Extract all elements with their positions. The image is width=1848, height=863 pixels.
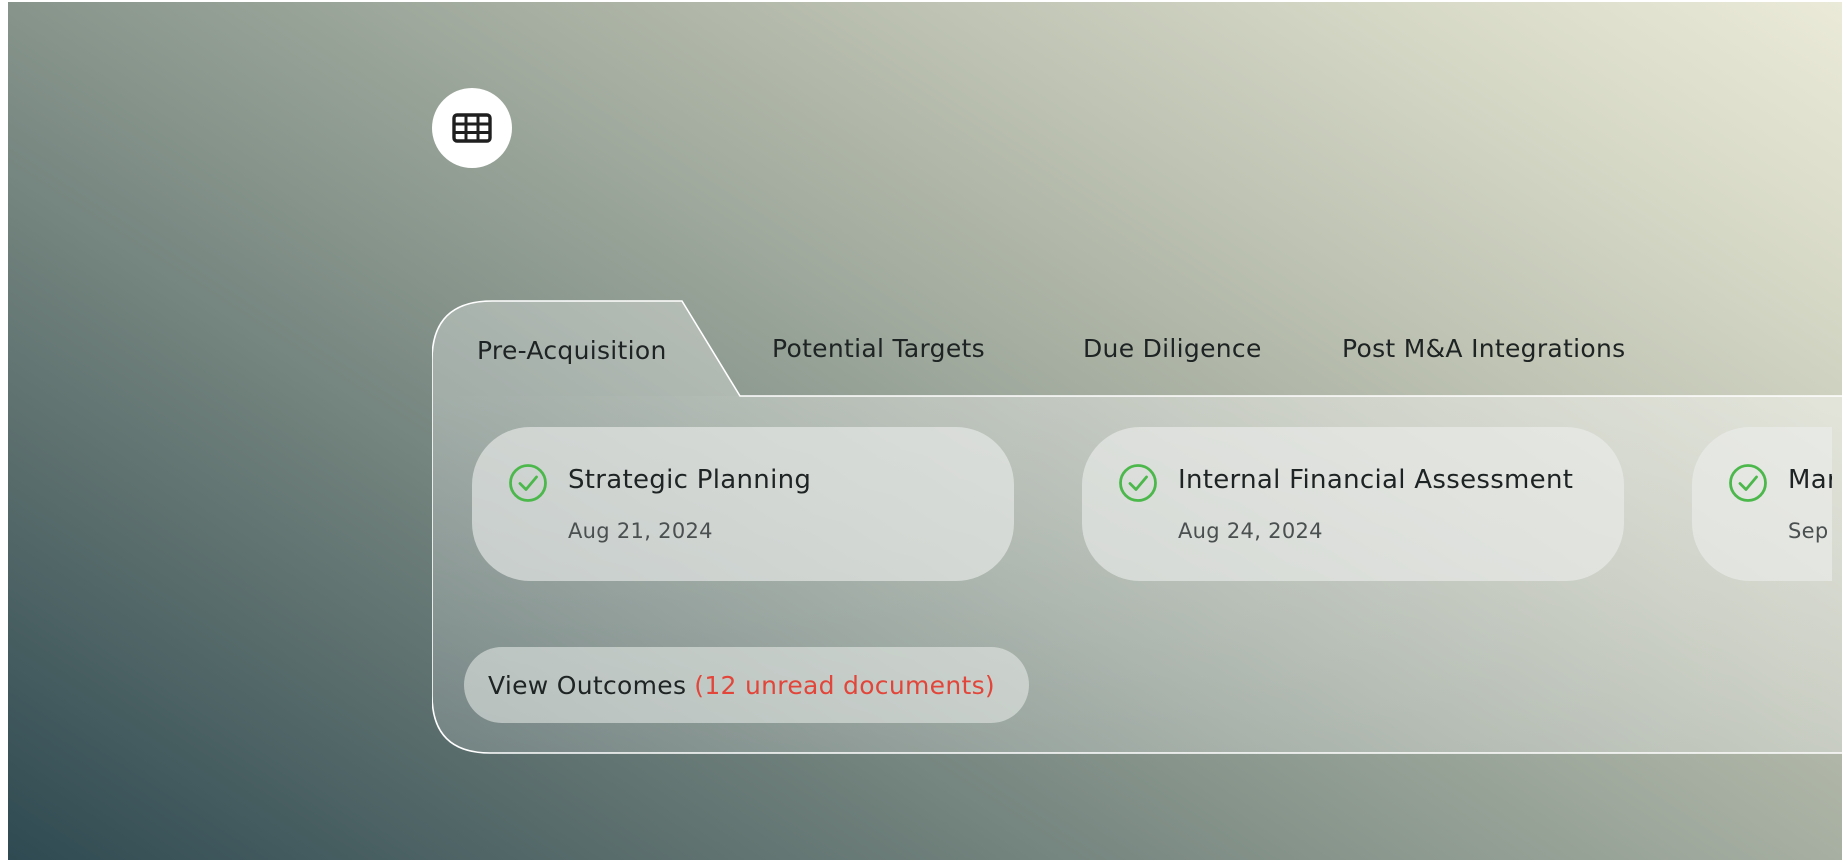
grid-view-button[interactable]: [432, 88, 512, 168]
milestone-title: Strategic Planning: [568, 465, 812, 495]
check-circle-icon: [1119, 464, 1157, 502]
milestone-card[interactable]: Strategic Planning Aug 21, 2024: [472, 427, 1014, 581]
tab-potential-targets[interactable]: Potential Targets: [772, 334, 985, 363]
milestone-date: Sep 2: [1788, 519, 1832, 543]
view-outcomes-label: View Outcomes: [488, 670, 687, 700]
milestone-title: Internal Financial Assessment: [1178, 465, 1574, 495]
milestone-card[interactable]: Internal Financial Assessment Aug 24, 20…: [1082, 427, 1624, 581]
app-background: Pre-Acquisition Potential Targets Due Di…: [8, 2, 1842, 860]
milestone-date: Aug 21, 2024: [568, 519, 713, 543]
milestone-date: Aug 24, 2024: [1178, 519, 1323, 543]
unread-documents-count: (12 unread documents): [694, 670, 995, 700]
stage-panel: Pre-Acquisition Potential Targets Due Di…: [432, 300, 1842, 754]
milestone-title: Mark: [1788, 465, 1832, 495]
tab-due-diligence[interactable]: Due Diligence: [1083, 334, 1262, 363]
milestone-card[interactable]: Mark Sep 2: [1692, 427, 1832, 581]
check-circle-icon: [509, 464, 547, 502]
tab-pre-acquisition[interactable]: Pre-Acquisition: [477, 336, 667, 365]
view-outcomes-button[interactable]: View Outcomes (12 unread documents): [464, 647, 1029, 723]
check-circle-icon: [1729, 464, 1767, 502]
tab-post-ma-integrations[interactable]: Post M&A Integrations: [1342, 334, 1625, 363]
grid-table-icon: [452, 113, 492, 143]
